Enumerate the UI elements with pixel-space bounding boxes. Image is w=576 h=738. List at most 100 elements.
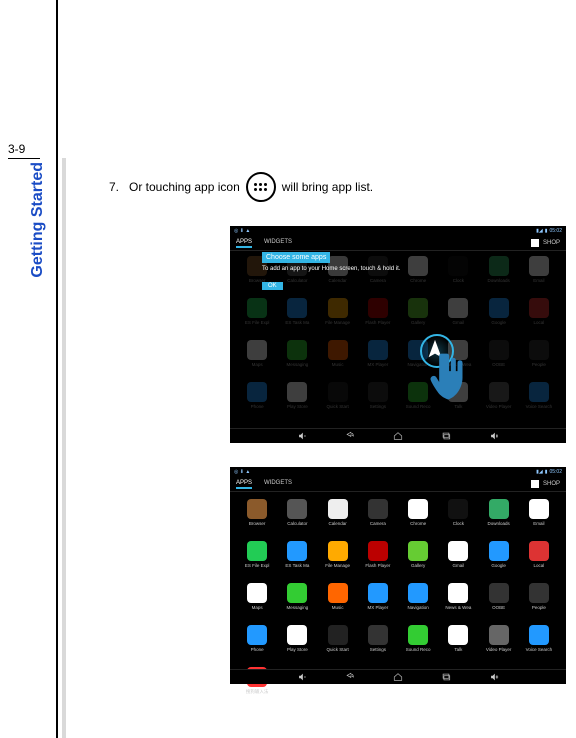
app-item[interactable]: Clock xyxy=(439,256,477,296)
app-item[interactable]: Chrome xyxy=(399,499,437,539)
app-item[interactable]: ES File Expl xyxy=(238,541,276,581)
app-item[interactable]: Downloads xyxy=(480,499,518,539)
app-item[interactable]: Gmail xyxy=(439,298,477,338)
app-item[interactable]: Voice Search xyxy=(520,382,558,422)
app-item[interactable]: Flash Player xyxy=(359,541,397,581)
app-icon xyxy=(287,298,307,318)
nav-bar xyxy=(230,669,566,684)
app-item[interactable]: ES Task Ma xyxy=(278,298,316,338)
step-text-before: Or touching app icon xyxy=(129,180,240,194)
app-item[interactable]: OOBE xyxy=(480,583,518,623)
app-label: Google xyxy=(491,563,506,568)
recents-icon[interactable] xyxy=(440,431,452,441)
tab-widgets[interactable]: WIDGETS xyxy=(264,239,292,248)
home-icon[interactable] xyxy=(392,431,404,441)
app-item[interactable]: Phone xyxy=(238,382,276,422)
app-item[interactable]: Messaging xyxy=(278,340,316,380)
home-icon[interactable] xyxy=(392,672,404,682)
app-item[interactable]: Camera xyxy=(359,256,397,296)
app-label: Chrome xyxy=(410,521,426,526)
app-label: Camera xyxy=(370,278,386,283)
app-icon xyxy=(408,583,428,603)
app-item[interactable]: Clock xyxy=(439,499,477,539)
app-item[interactable]: Sound Reco xyxy=(399,625,437,665)
app-item[interactable]: Messaging xyxy=(278,583,316,623)
tab-apps[interactable]: APPS xyxy=(236,480,252,489)
back-icon[interactable] xyxy=(344,672,356,682)
app-item[interactable]: Phone xyxy=(238,625,276,665)
app-item[interactable]: Quick Start xyxy=(319,625,357,665)
tabs: APPS WIDGETS xyxy=(236,239,292,248)
app-item[interactable]: Flash Player xyxy=(359,298,397,338)
volume-up-icon[interactable] xyxy=(488,672,500,682)
app-item[interactable]: Google xyxy=(480,298,518,338)
app-item[interactable]: Google xyxy=(480,541,518,581)
app-item[interactable]: People xyxy=(520,583,558,623)
shop-button[interactable]: SHOP xyxy=(531,480,560,488)
app-label: ES File Expl xyxy=(245,563,270,568)
app-item[interactable]: Settings xyxy=(359,625,397,665)
app-item[interactable]: Email xyxy=(520,256,558,296)
app-item[interactable]: Maps xyxy=(238,583,276,623)
app-icon xyxy=(489,298,509,318)
app-icon xyxy=(287,583,307,603)
app-item[interactable]: Gmail xyxy=(439,541,477,581)
tab-apps[interactable]: APPS xyxy=(236,239,252,248)
app-icon xyxy=(529,499,549,519)
app-item[interactable]: Voice Search xyxy=(520,625,558,665)
app-label: ES Task Ma xyxy=(285,563,309,568)
app-item[interactable]: Local xyxy=(520,298,558,338)
volume-down-icon[interactable] xyxy=(296,672,308,682)
tab-bar: APPS WIDGETS SHOP xyxy=(230,477,566,492)
app-item[interactable]: File Manage xyxy=(319,298,357,338)
app-item[interactable]: News & Wea xyxy=(439,583,477,623)
app-item[interactable]: Maps xyxy=(238,340,276,380)
app-item[interactable]: Play Store xyxy=(278,625,316,665)
tab-widgets[interactable]: WIDGETS xyxy=(264,480,292,489)
app-item[interactable]: Talk xyxy=(439,625,477,665)
app-item[interactable]: Email xyxy=(520,499,558,539)
app-item[interactable]: Camera xyxy=(359,499,397,539)
app-item[interactable]: Quick Start xyxy=(319,382,357,422)
app-label: Gmail xyxy=(452,320,464,325)
volume-up-icon[interactable] xyxy=(488,431,500,441)
app-item[interactable]: MX Player xyxy=(359,340,397,380)
app-item[interactable]: Play Store xyxy=(278,382,316,422)
app-item[interactable]: File Manage xyxy=(319,541,357,581)
app-icon xyxy=(368,499,388,519)
app-item[interactable]: Music xyxy=(319,583,357,623)
status-bar: ◎ ⬇ ▲ ▮◢ ▮ 05:02 xyxy=(230,467,566,477)
back-icon[interactable] xyxy=(344,431,356,441)
app-item[interactable]: ES Task Ma xyxy=(278,541,316,581)
app-item[interactable]: Navigation xyxy=(399,583,437,623)
app-item[interactable]: Local xyxy=(520,541,558,581)
app-label: Phone xyxy=(251,647,264,652)
app-item[interactable]: MX Player xyxy=(359,583,397,623)
app-label: File Manage xyxy=(325,563,350,568)
recents-icon[interactable] xyxy=(440,672,452,682)
app-label: Clock xyxy=(453,521,464,526)
app-item[interactable]: Calendar xyxy=(319,499,357,539)
app-item[interactable]: Browser xyxy=(238,499,276,539)
volume-down-icon[interactable] xyxy=(296,431,308,441)
shop-button[interactable]: SHOP xyxy=(531,239,560,247)
app-item[interactable]: Music xyxy=(319,340,357,380)
app-item[interactable]: OOBE xyxy=(480,340,518,380)
app-item[interactable]: Downloads xyxy=(480,256,518,296)
app-icon xyxy=(287,340,307,360)
app-item[interactable]: Calculator xyxy=(278,499,316,539)
app-item[interactable]: Gallery xyxy=(399,298,437,338)
app-item[interactable]: Gallery xyxy=(399,541,437,581)
status-bar: ◎ ⬇ ▲ ▮◢ ▮ 05:02 xyxy=(230,226,566,236)
status-left: ◎ ⬇ ▲ xyxy=(234,469,250,475)
ok-button[interactable]: OK xyxy=(262,282,283,290)
app-item[interactable]: Settings xyxy=(359,382,397,422)
app-item[interactable]: ES File Expl xyxy=(238,298,276,338)
app-item[interactable]: Chrome xyxy=(399,256,437,296)
app-label: Video Player xyxy=(486,647,511,652)
app-item[interactable]: People xyxy=(520,340,558,380)
app-item[interactable]: Video Player xyxy=(480,382,518,422)
app-label: Voice Search xyxy=(526,404,553,409)
app-label: Quick Start xyxy=(326,647,348,652)
app-item[interactable]: Video Player xyxy=(480,625,518,665)
